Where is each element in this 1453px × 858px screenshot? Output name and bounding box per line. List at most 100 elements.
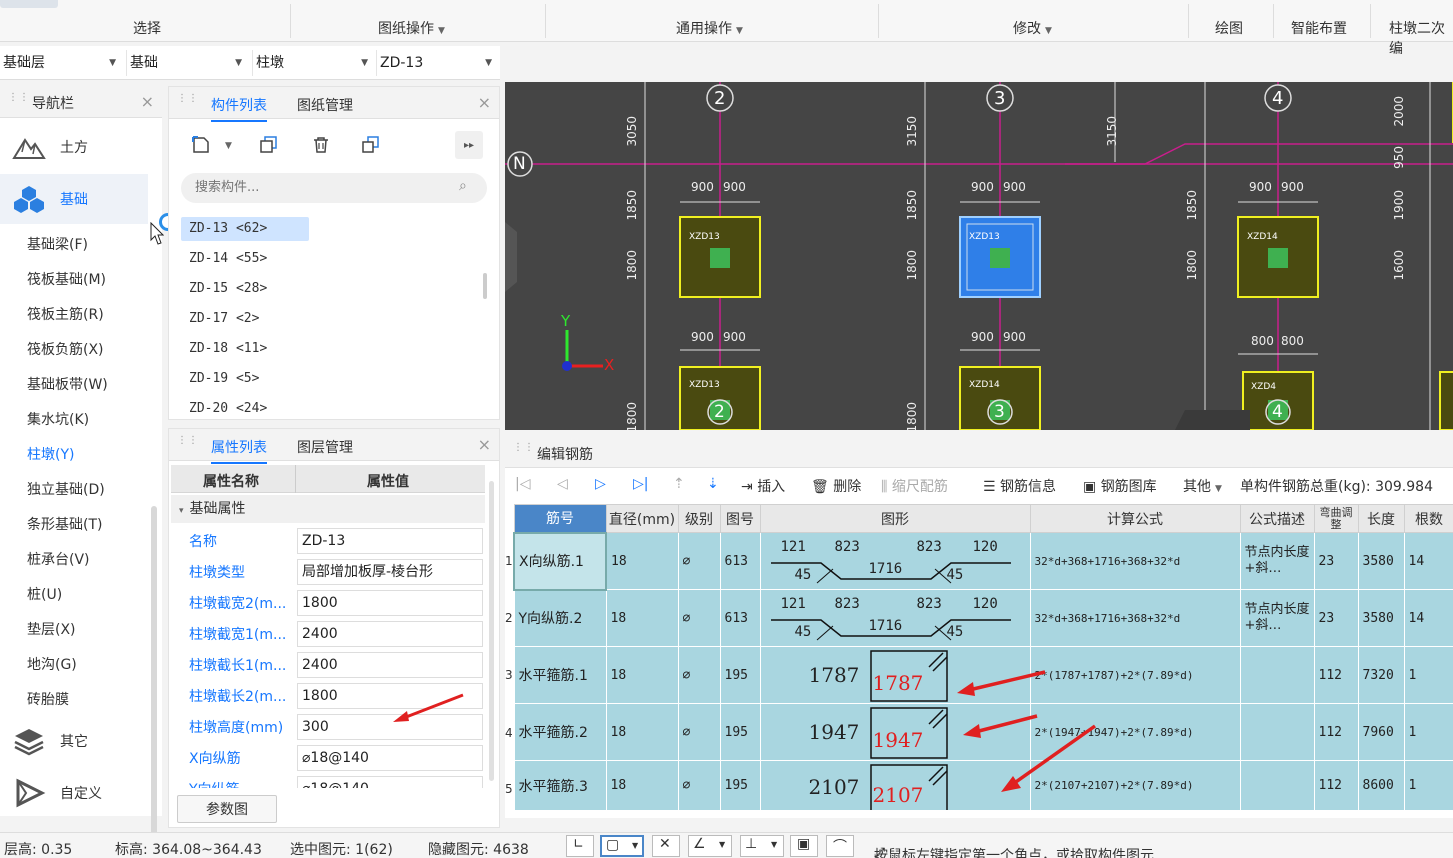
prev-record-icon[interactable]: ◁ xyxy=(557,476,568,492)
nav-item-raft-foundation[interactable]: 筏板基础(M) xyxy=(27,269,106,289)
nav-item-foundation-beam[interactable]: 基础梁(F) xyxy=(27,234,88,254)
search-icon[interactable]: ⌕ xyxy=(459,178,467,194)
col-header-grade[interactable]: 级别 xyxy=(677,504,721,533)
category-select[interactable]: 基础 ▼ xyxy=(126,50,248,76)
ribbon-group-common-ops[interactable]: 通用操作 ▼ xyxy=(676,18,743,38)
nav-item-pile-cap[interactable]: 桩承台(V) xyxy=(27,549,90,569)
arc-toggle[interactable]: ⌒ xyxy=(826,835,854,857)
nav-item-sump-pit[interactable]: 集水坑(K) xyxy=(27,409,89,429)
insert-button[interactable]: ⇥ 插入 xyxy=(741,476,785,496)
list-item[interactable]: ZD-18 <11> xyxy=(181,337,309,361)
delete-component-button[interactable] xyxy=(307,131,335,159)
other-menu[interactable]: 其他 ▼ xyxy=(1183,476,1222,496)
list-item[interactable]: ZD-20 <24> xyxy=(181,397,309,421)
angle-toggle[interactable]: ∠ ▼ xyxy=(688,835,732,857)
tab-drawing-management[interactable]: 图纸管理 xyxy=(297,95,353,115)
rebar-info-button[interactable]: ☰ 钢筋信息 xyxy=(983,476,1056,496)
delete-button[interactable]: 🗑 删除 xyxy=(811,476,861,496)
col-header-bend-adjust[interactable]: 弯曲调整 xyxy=(1313,504,1359,533)
nav-item-raft-negative-rebar[interactable]: 筏板负筋(X) xyxy=(27,339,104,359)
grip-icon[interactable]: ⋮⋮ xyxy=(8,93,29,109)
nav-item-strip-footing[interactable]: 条形基础(T) xyxy=(27,514,102,534)
nav-custom[interactable]: 自定义 xyxy=(0,768,148,818)
cross-select-toggle[interactable]: ✕ xyxy=(652,835,680,857)
property-value-name[interactable]: ZD-13 xyxy=(297,528,483,554)
move-up-icon[interactable]: ⇡ xyxy=(673,476,685,492)
ribbon-group-drawing-ops[interactable]: 图纸操作 ▼ xyxy=(378,18,445,38)
close-icon[interactable]: × xyxy=(478,93,491,112)
rebar-library-button[interactable]: ▣ 钢筋图库 xyxy=(1083,476,1157,496)
type-select[interactable]: 柱墩 ▼ xyxy=(252,50,374,76)
ribbon-group-select[interactable]: 选择 xyxy=(133,18,161,38)
duplicate-component-button[interactable] xyxy=(357,131,385,159)
col-header-length[interactable]: 长度 xyxy=(1357,504,1405,533)
scale-rebar-button[interactable]: ⫼ 缩尺配筋 xyxy=(881,476,948,496)
first-record-icon[interactable]: |◁ xyxy=(515,476,530,492)
nav-scrollbar[interactable] xyxy=(151,506,157,858)
table-row[interactable]: Y向纵筋.2 18 ⌀ 613 121 823 823 120 45 1716 … xyxy=(513,589,1453,647)
nav-item-cushion[interactable]: 垫层(X) xyxy=(27,619,76,639)
nav-other[interactable]: 其它 xyxy=(0,716,148,766)
ribbon-group-modify[interactable]: 修改 ▼ xyxy=(1013,18,1052,38)
close-icon[interactable]: × xyxy=(141,92,154,111)
drawing-canvas[interactable]: 2 3 4 N 2 3 4 X Y 3050 3150 3150 2000 18… xyxy=(505,82,1453,430)
nav-item-raft-main-rebar[interactable]: 筏板主筋(R) xyxy=(27,304,104,324)
col-header-count[interactable]: 根数 xyxy=(1403,504,1453,533)
col-header-diameter[interactable]: 直径(mm) xyxy=(605,504,679,533)
property-value-x-rebar[interactable]: ⌀18@140 xyxy=(297,745,483,771)
col-header-shape[interactable]: 图形 xyxy=(759,504,1031,533)
grip-icon[interactable]: ⋮⋮ xyxy=(513,443,534,459)
search-component-input[interactable] xyxy=(181,173,487,203)
next-record-icon[interactable]: ▷ xyxy=(595,476,606,492)
list-item[interactable]: ZD-17 <2> xyxy=(181,307,309,331)
property-value-y-rebar[interactable]: ⌀18@140 xyxy=(297,776,483,788)
nav-item-pile[interactable]: 桩(U) xyxy=(27,584,62,604)
ribbon-overflow-button[interactable] xyxy=(0,0,58,8)
property-value-type[interactable]: 局部增加板厚-棱台形 xyxy=(297,559,483,585)
property-group[interactable]: ▾ 基础属性 xyxy=(171,495,485,523)
new-component-button[interactable] xyxy=(187,131,215,159)
close-icon[interactable]: × xyxy=(478,435,491,454)
grip-icon[interactable]: ⋮⋮ xyxy=(177,94,198,110)
display-toggle[interactable]: ▣ xyxy=(790,835,818,857)
list-item[interactable]: ZD-14 <55> xyxy=(181,247,309,271)
nav-item-foundation-strip[interactable]: 基础板带(W) xyxy=(27,374,108,394)
tab-layer-management[interactable]: 图层管理 xyxy=(297,437,353,457)
col-header-formula-desc[interactable]: 公式描述 xyxy=(1239,504,1315,533)
property-value-width2[interactable]: 1800 xyxy=(297,590,483,616)
move-down-icon[interactable]: ⇣ xyxy=(707,476,719,492)
select-mode-toggle[interactable]: ▢ ▼ xyxy=(600,835,644,857)
ribbon-group-draw[interactable]: 绘图 xyxy=(1215,18,1243,38)
last-record-icon[interactable]: ▷| xyxy=(633,476,648,492)
property-scrollbar[interactable] xyxy=(489,481,494,781)
property-value-width1[interactable]: 2400 xyxy=(297,621,483,647)
floor-select[interactable]: 基础层 ▼ xyxy=(0,50,122,76)
col-header-figure-no[interactable]: 图号 xyxy=(719,504,761,533)
nav-earthwork[interactable]: 土方 xyxy=(0,122,148,172)
component-select[interactable]: ZD-13 ▼ xyxy=(376,50,498,76)
more-tools-button[interactable]: ▸▸ xyxy=(455,131,483,159)
table-row[interactable]: X向纵筋.1 18 ⌀ 613 121 823 823 120 45 1716 … xyxy=(513,531,1453,591)
nav-item-isolated-footing[interactable]: 独立基础(D) xyxy=(27,479,105,499)
list-item[interactable]: ZD-19 <5> xyxy=(181,367,309,391)
ortho-toggle[interactable]: ∟ xyxy=(566,835,594,857)
rebar-shape-cell[interactable]: 121 823 823 120 45 1716 45 xyxy=(759,589,1031,647)
list-item[interactable]: ZD-15 <28> xyxy=(181,277,309,301)
col-header-formula[interactable]: 计算公式 xyxy=(1029,504,1241,533)
copy-component-button[interactable] xyxy=(255,131,283,159)
nav-item-column-pier[interactable]: 柱墩(Y) xyxy=(27,444,74,464)
nav-item-brick-mold[interactable]: 砖胎膜 xyxy=(27,689,69,709)
param-diagram-button[interactable]: 参数图 xyxy=(177,795,277,823)
col-header-bar-no[interactable]: 筋号 xyxy=(513,504,607,533)
chevron-down-icon[interactable]: ▼ xyxy=(225,141,232,151)
tab-component-list[interactable]: 构件列表 xyxy=(211,95,267,122)
nav-foundation[interactable]: 基础 xyxy=(0,174,148,224)
tab-property-list[interactable]: 属性列表 xyxy=(211,437,267,464)
nav-item-trench[interactable]: 地沟(G) xyxy=(27,654,77,674)
rebar-shape-cell[interactable]: 121 823 823 120 45 1716 45 xyxy=(759,532,1031,590)
snap-toggle[interactable]: ⊥ ▼ xyxy=(740,835,784,857)
ribbon-group-pier-secondary[interactable]: 柱墩二次编 xyxy=(1389,18,1453,58)
ribbon-group-smart-layout[interactable]: 智能布置 xyxy=(1291,18,1347,38)
list-scrollbar[interactable] xyxy=(483,273,487,299)
grip-icon[interactable]: ⋮⋮ xyxy=(177,436,198,452)
